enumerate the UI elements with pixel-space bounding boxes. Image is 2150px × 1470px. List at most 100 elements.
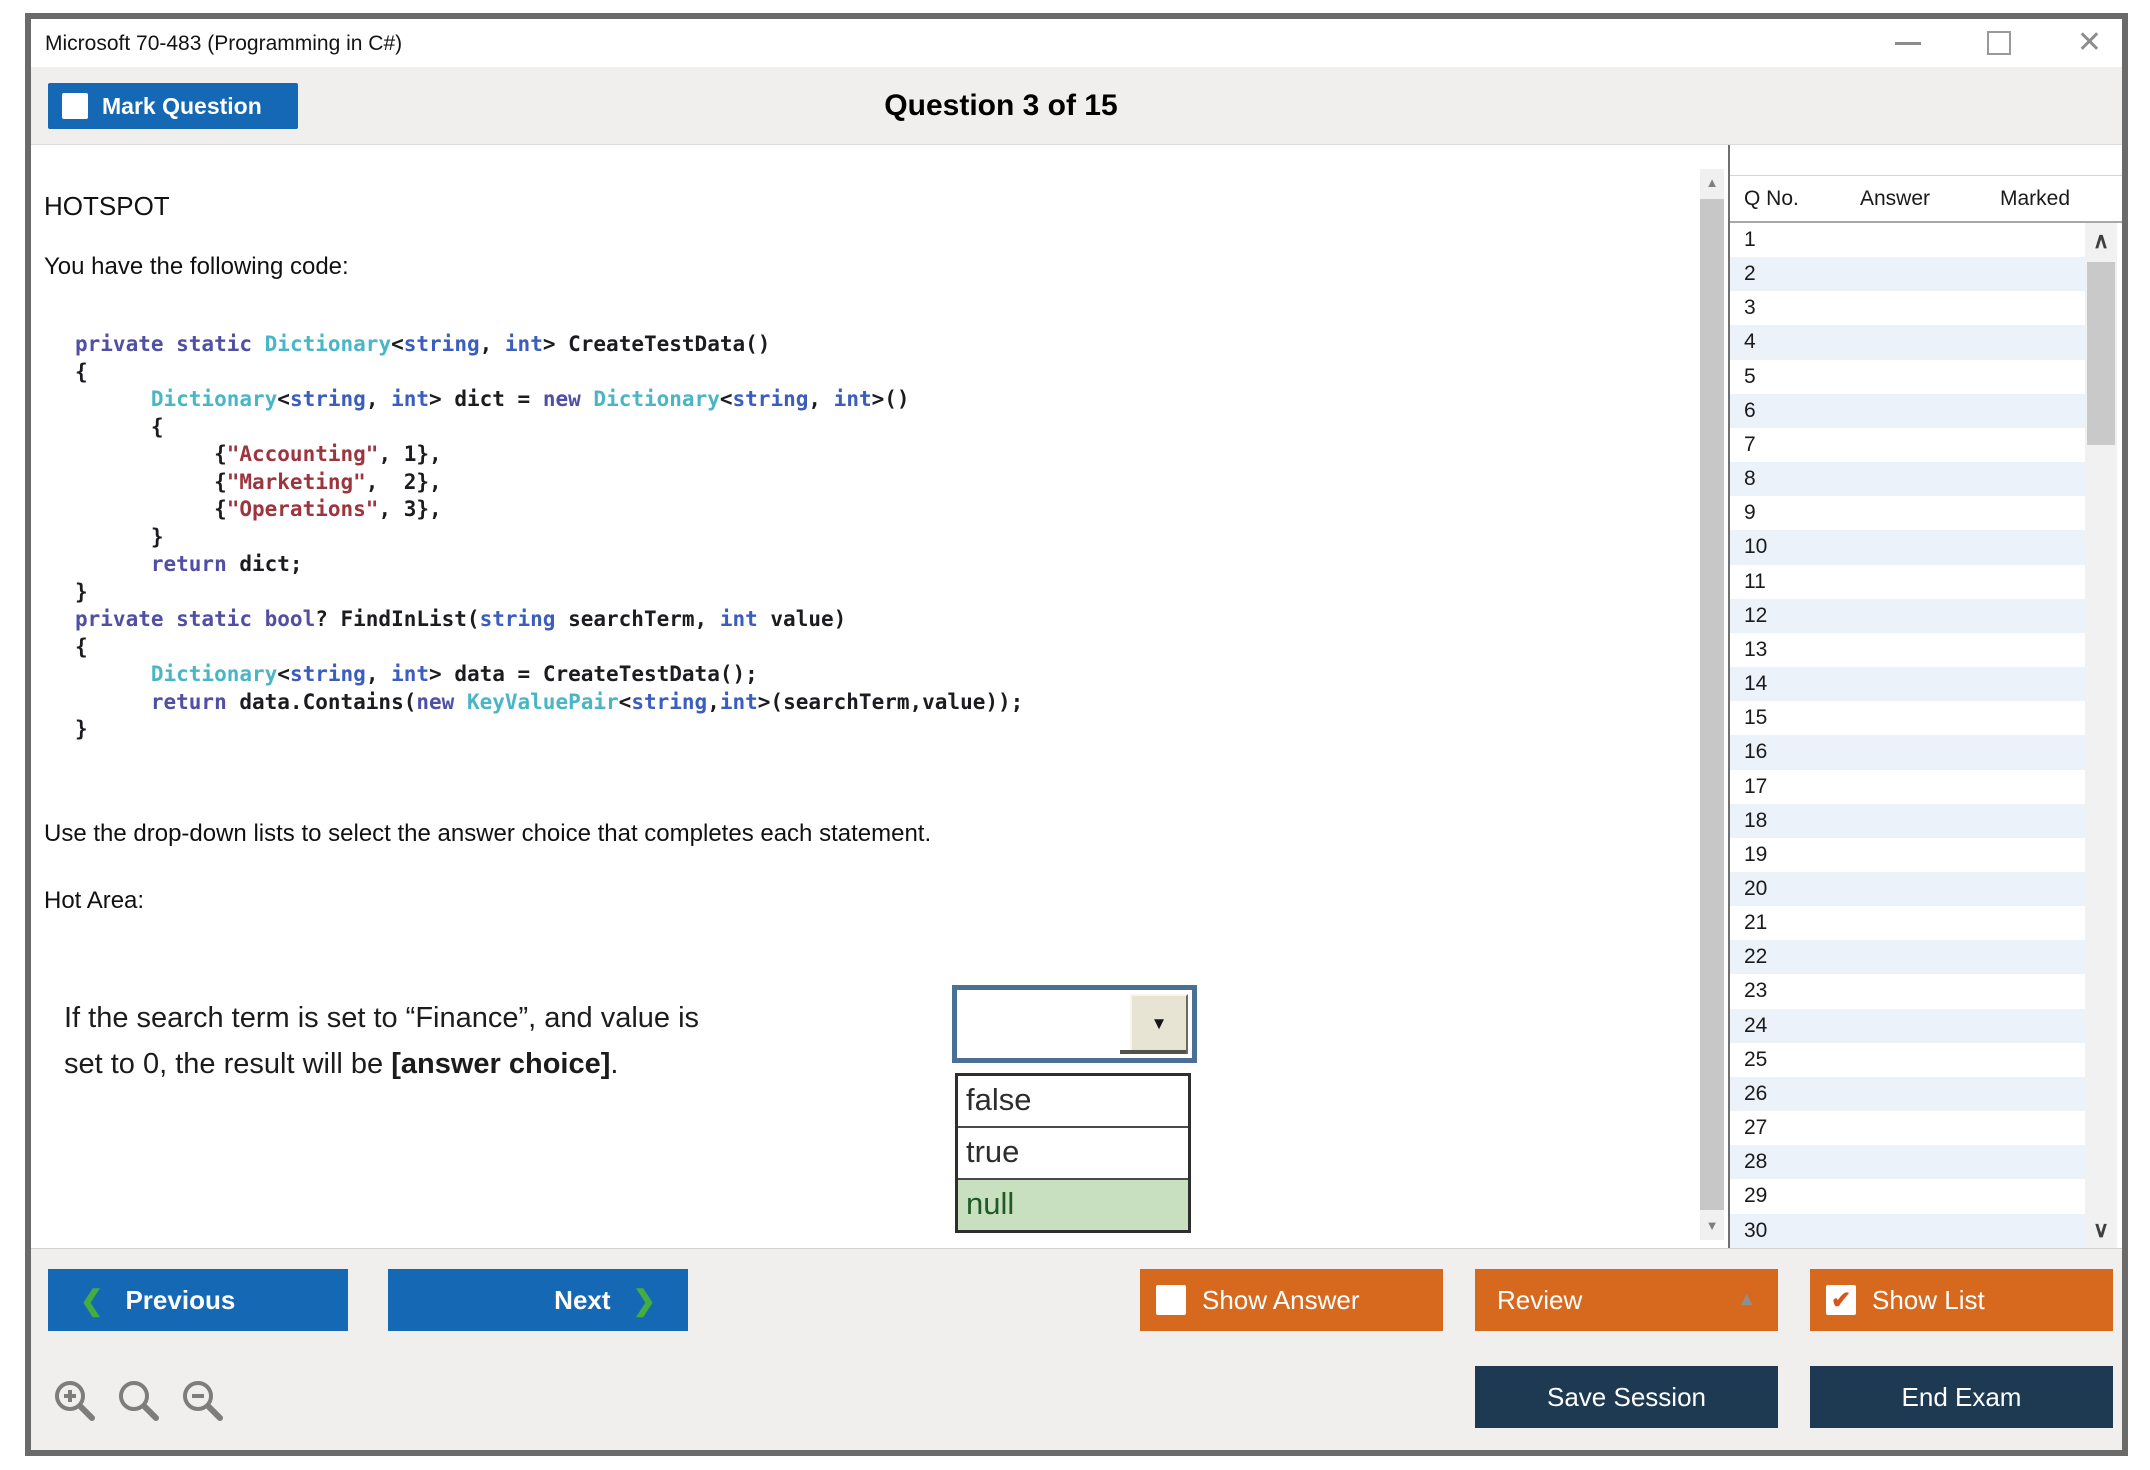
question-row[interactable]: 25 [1730, 1042, 2085, 1077]
chevron-down-icon: ▼ [1150, 1014, 1168, 1033]
question-row[interactable]: 21 [1730, 906, 2085, 941]
collapse-arrow-icon: ▲ [1737, 1289, 1756, 1310]
question-number-cell: 9 [1744, 501, 1756, 525]
question-number-cell: 15 [1744, 706, 1768, 730]
show-answer-button[interactable]: Show Answer [1140, 1269, 1443, 1331]
question-row[interactable]: 6 [1730, 393, 2085, 428]
content-scrollbar-thumb[interactable] [1700, 199, 1724, 1210]
question-row[interactable]: 10 [1730, 530, 2085, 565]
question-row[interactable]: 5 [1730, 359, 2085, 394]
exam-window: Microsoft 70-483 (Programming in C#) ✕ M… [25, 13, 2128, 1456]
question-number-cell: 18 [1744, 808, 1768, 832]
question-row[interactable]: 16 [1730, 735, 2085, 770]
question-number-cell: 2 [1744, 262, 1756, 286]
answer-statement: If the search term is set to “Finance”, … [64, 995, 699, 1087]
question-row[interactable]: 19 [1730, 837, 2085, 872]
header-bar: Mark Question Question 3 of 15 [31, 67, 2122, 145]
save-session-label: Save Session [1547, 1381, 1706, 1412]
question-row[interactable]: 13 [1730, 632, 2085, 668]
code-block: private static Dictionary<string, int> C… [75, 332, 1024, 741]
question-intro: You have the following code: [44, 253, 349, 280]
question-row[interactable]: 24 [1730, 1008, 2085, 1043]
show-list-button[interactable]: ✔ Show List [1810, 1269, 2113, 1331]
question-row[interactable]: 17 [1730, 769, 2085, 804]
question-number-cell: 23 [1744, 979, 1768, 1003]
question-row[interactable]: 14 [1730, 667, 2085, 702]
review-label: Review [1497, 1284, 1583, 1315]
question-row[interactable]: 12 [1730, 598, 2085, 633]
question-number-cell: 12 [1744, 603, 1768, 627]
show-answer-checkbox[interactable] [1156, 1285, 1186, 1315]
end-exam-label: End Exam [1901, 1381, 2022, 1412]
next-button[interactable]: Next ❯ [388, 1269, 688, 1331]
question-number-cell: 14 [1744, 672, 1768, 696]
question-row[interactable]: 29 [1730, 1179, 2085, 1214]
question-row[interactable]: 2 [1730, 257, 2085, 292]
question-row[interactable]: 23 [1730, 974, 2085, 1009]
question-number-cell: 25 [1744, 1047, 1768, 1071]
question-row[interactable]: 28 [1730, 1145, 2085, 1180]
footer-bar: ❮ Previous Next ❯ Show Answer Review ▲ ✔… [31, 1248, 2122, 1450]
question-row[interactable]: 26 [1730, 1076, 2085, 1112]
magnifier-icon[interactable] [115, 1377, 165, 1427]
question-number-cell: 11 [1744, 569, 1766, 593]
question-number-cell: 21 [1744, 911, 1768, 935]
dropdown-button-shadow [1120, 1050, 1186, 1054]
question-row[interactable]: 20 [1730, 871, 2085, 907]
question-number-cell: 19 [1744, 842, 1768, 866]
question-row[interactable]: 15 [1730, 701, 2085, 736]
maximize-icon[interactable] [1986, 31, 2011, 55]
question-list-header: Q No. Answer Marked [1730, 175, 2122, 223]
question-number-cell: 8 [1744, 467, 1756, 491]
dropdown-option-false[interactable]: false [958, 1076, 1188, 1126]
question-row[interactable]: 4 [1730, 325, 2085, 360]
scroll-up-arrow-icon[interactable]: ▲ [1700, 169, 1724, 197]
question-number-cell: 10 [1744, 535, 1768, 559]
dropdown-option-true[interactable]: true [958, 1126, 1188, 1178]
minimize-icon[interactable] [1894, 41, 1921, 45]
answer-choice-placeholder: [answer choice] [391, 1048, 611, 1080]
statement-line-2: set to 0, the result will be [answer cho… [64, 1048, 619, 1080]
question-row[interactable]: 22 [1730, 940, 2085, 975]
question-list-scrollbar[interactable]: ∧ ∨ [2085, 223, 2117, 1248]
statement-line-1: If the search term is set to “Finance”, … [64, 1002, 700, 1034]
question-list-scrollbar-thumb[interactable] [2087, 262, 2115, 445]
question-list-panel: Q No. Answer Marked 1 2 3 4 5 6 7 8 9 10 11 12 13 14 1… [1728, 145, 2122, 1248]
zoom-out-icon[interactable] [179, 1377, 229, 1427]
question-row[interactable]: 8 [1730, 462, 2085, 497]
question-row[interactable]: 11 [1730, 564, 2085, 599]
question-number-cell: 3 [1744, 296, 1756, 320]
next-label: Next [554, 1284, 611, 1315]
list-scroll-down-icon[interactable]: ∨ [2085, 1214, 2117, 1246]
question-instruction: Use the drop-down lists to select the an… [44, 820, 932, 847]
question-number-cell: 27 [1744, 1116, 1768, 1140]
previous-button[interactable]: ❮ Previous [48, 1269, 348, 1331]
question-row[interactable]: 7 [1730, 427, 2085, 463]
question-row[interactable]: 1 [1730, 223, 2085, 258]
question-row[interactable]: 30 [1730, 1213, 2085, 1248]
question-number-cell: 30 [1744, 1218, 1768, 1242]
question-row[interactable]: 3 [1730, 291, 2085, 326]
dropdown-button[interactable]: ▼ [1120, 994, 1188, 1054]
zoom-in-icon[interactable] [51, 1377, 101, 1427]
window-title: Microsoft 70-483 (Programming in C#) [45, 32, 403, 55]
dropdown-option-null[interactable]: null [958, 1178, 1188, 1230]
show-list-label: Show List [1872, 1284, 1985, 1315]
question-list-rows: 1 2 3 4 5 6 7 8 9 10 11 12 13 14 15 16 17 18 19 20 21 22 23 24 2… [1730, 223, 2085, 1248]
list-scroll-up-icon[interactable]: ∧ [2085, 225, 2117, 257]
question-row[interactable]: 9 [1730, 496, 2085, 531]
save-session-button[interactable]: Save Session [1475, 1366, 1778, 1428]
show-answer-label: Show Answer [1202, 1284, 1360, 1315]
question-number-cell: 24 [1744, 1013, 1768, 1037]
answer-dropdown[interactable]: ▼ [952, 985, 1197, 1063]
question-row[interactable]: 18 [1730, 803, 2085, 838]
chevron-left-icon: ❮ [80, 1284, 104, 1316]
content-scrollbar[interactable]: ▲ ▼ [1700, 169, 1724, 1240]
show-list-checkbox[interactable]: ✔ [1826, 1285, 1856, 1315]
question-row[interactable]: 27 [1730, 1111, 2085, 1146]
end-exam-button[interactable]: End Exam [1810, 1366, 2113, 1428]
review-button[interactable]: Review ▲ [1475, 1269, 1778, 1331]
scroll-down-arrow-icon[interactable]: ▼ [1700, 1212, 1724, 1240]
close-icon[interactable]: ✕ [2077, 28, 2102, 58]
column-header-answer: Answer [1859, 187, 1931, 210]
